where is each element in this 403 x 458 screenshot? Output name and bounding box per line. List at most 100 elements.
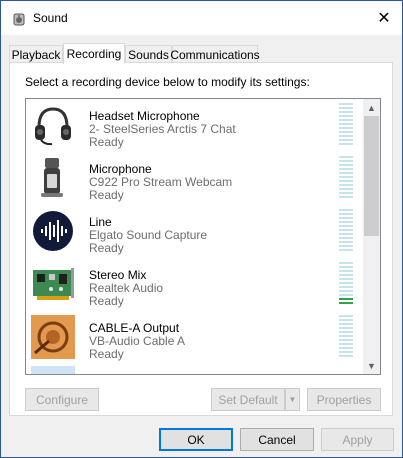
device-list[interactable]: Headset Microphone 2- SteelSeries Arctis… bbox=[25, 98, 381, 375]
device-item[interactable]: Headset Microphone 2- SteelSeries Arctis… bbox=[26, 99, 364, 152]
close-button[interactable]: ✕ bbox=[366, 1, 402, 35]
meter-segment bbox=[339, 103, 353, 105]
apply-button[interactable]: Apply bbox=[321, 428, 394, 451]
device-description: VB-Audio Cable A bbox=[89, 334, 186, 348]
chevron-down-icon: ▼ bbox=[367, 360, 376, 371]
meter-segment bbox=[339, 135, 353, 137]
meter-segment bbox=[339, 302, 353, 304]
device-icon-partial bbox=[31, 366, 75, 374]
ok-button[interactable]: OK bbox=[159, 428, 233, 451]
meter-segment bbox=[339, 347, 353, 349]
device-item[interactable]: Line Elgato Sound Capture Ready bbox=[26, 205, 364, 258]
waveform-icon bbox=[33, 211, 73, 251]
properties-button[interactable]: Properties bbox=[307, 388, 381, 411]
meter-segment bbox=[339, 278, 353, 280]
meter-segment bbox=[339, 323, 353, 325]
meter-segment bbox=[339, 164, 353, 166]
device-item-partial[interactable] bbox=[26, 364, 364, 374]
meter-segment bbox=[339, 343, 353, 345]
meter-segment bbox=[339, 221, 353, 223]
scroll-up-button[interactable]: ▲ bbox=[363, 99, 380, 116]
tab-playback[interactable]: Playback bbox=[9, 45, 63, 63]
level-meter bbox=[339, 156, 353, 200]
meter-segment bbox=[339, 351, 353, 353]
meter-segment bbox=[339, 241, 353, 243]
meter-segment bbox=[339, 213, 353, 215]
device-item[interactable]: Microphone C922 Pro Stream Webcam Ready bbox=[26, 152, 364, 205]
meter-segment bbox=[339, 327, 353, 329]
meter-segment bbox=[339, 196, 353, 198]
meter-segment bbox=[339, 192, 353, 194]
device-item[interactable]: Stereo Mix Realtek Audio Ready bbox=[26, 258, 364, 311]
meter-segment bbox=[339, 274, 353, 276]
meter-segment bbox=[339, 180, 353, 182]
meter-segment bbox=[339, 143, 353, 145]
device-description: 2- SteelSeries Arctis 7 Chat bbox=[89, 122, 236, 136]
meter-segment bbox=[339, 335, 353, 337]
meter-segment bbox=[339, 294, 353, 296]
level-meter bbox=[339, 262, 353, 306]
meter-segment bbox=[339, 131, 353, 133]
configure-button[interactable]: Configure bbox=[25, 388, 99, 411]
meter-segment bbox=[339, 107, 353, 109]
meter-segment bbox=[339, 290, 353, 292]
meter-segment bbox=[339, 172, 353, 174]
meter-segment bbox=[339, 249, 353, 251]
instruction-text: Select a recording device below to modif… bbox=[25, 75, 310, 89]
meter-segment bbox=[339, 156, 353, 158]
meter-segment bbox=[339, 139, 353, 141]
cable-icon bbox=[31, 315, 75, 359]
meter-segment bbox=[339, 119, 353, 121]
device-name: Stereo Mix bbox=[89, 268, 147, 282]
set-default-dropdown[interactable]: ▼ bbox=[285, 388, 300, 411]
meter-segment bbox=[339, 282, 353, 284]
level-meter bbox=[339, 315, 353, 359]
tab-recording[interactable]: Recording bbox=[63, 43, 125, 64]
meter-segment bbox=[339, 339, 353, 341]
device-name: Microphone bbox=[89, 162, 152, 176]
scroll-down-button[interactable]: ▼ bbox=[363, 357, 380, 374]
meter-segment bbox=[339, 176, 353, 178]
webcam-icon bbox=[41, 158, 63, 197]
device-name: Line bbox=[89, 215, 112, 229]
device-name: CABLE-A Output bbox=[89, 321, 180, 335]
scroll-thumb[interactable] bbox=[364, 116, 379, 236]
meter-segment bbox=[339, 262, 353, 264]
level-meter bbox=[339, 103, 353, 147]
meter-segment bbox=[339, 188, 353, 190]
tab-sounds[interactable]: Sounds bbox=[125, 45, 172, 63]
list-scrollbar[interactable]: ▲ ▼ bbox=[363, 99, 380, 374]
title-bar: Sound ✕ bbox=[1, 1, 402, 35]
device-status: Ready bbox=[89, 347, 124, 361]
meter-segment bbox=[339, 298, 353, 300]
sound-card-icon bbox=[33, 268, 74, 300]
device-description: Elgato Sound Capture bbox=[89, 228, 208, 242]
meter-segment bbox=[339, 123, 353, 125]
device-name: Headset Microphone bbox=[89, 109, 200, 123]
meter-segment bbox=[339, 319, 353, 321]
window-title: Sound bbox=[33, 11, 68, 25]
meter-segment bbox=[339, 233, 353, 235]
chevron-down-icon: ▼ bbox=[288, 395, 297, 404]
meter-segment bbox=[339, 209, 353, 211]
device-item[interactable]: CABLE-A Output VB-Audio Cable A Ready bbox=[26, 311, 364, 364]
tab-communications[interactable]: Communications bbox=[170, 45, 260, 63]
headset-icon bbox=[35, 107, 71, 146]
device-status: Ready bbox=[89, 241, 124, 255]
meter-segment bbox=[339, 229, 353, 231]
device-status: Ready bbox=[89, 294, 124, 308]
meter-segment bbox=[339, 245, 353, 247]
device-description: C922 Pro Stream Webcam bbox=[89, 175, 233, 189]
meter-segment bbox=[339, 237, 353, 239]
meter-segment bbox=[339, 160, 353, 162]
meter-segment bbox=[339, 115, 353, 117]
meter-segment bbox=[339, 225, 353, 227]
set-default-button[interactable]: Set Default bbox=[211, 388, 285, 411]
cancel-button[interactable]: Cancel bbox=[240, 428, 314, 451]
meter-segment bbox=[339, 355, 353, 357]
speaker-icon bbox=[13, 13, 25, 26]
device-status: Ready bbox=[89, 188, 124, 202]
device-description: Realtek Audio bbox=[89, 281, 164, 295]
meter-segment bbox=[339, 270, 353, 272]
level-meter bbox=[339, 209, 353, 253]
